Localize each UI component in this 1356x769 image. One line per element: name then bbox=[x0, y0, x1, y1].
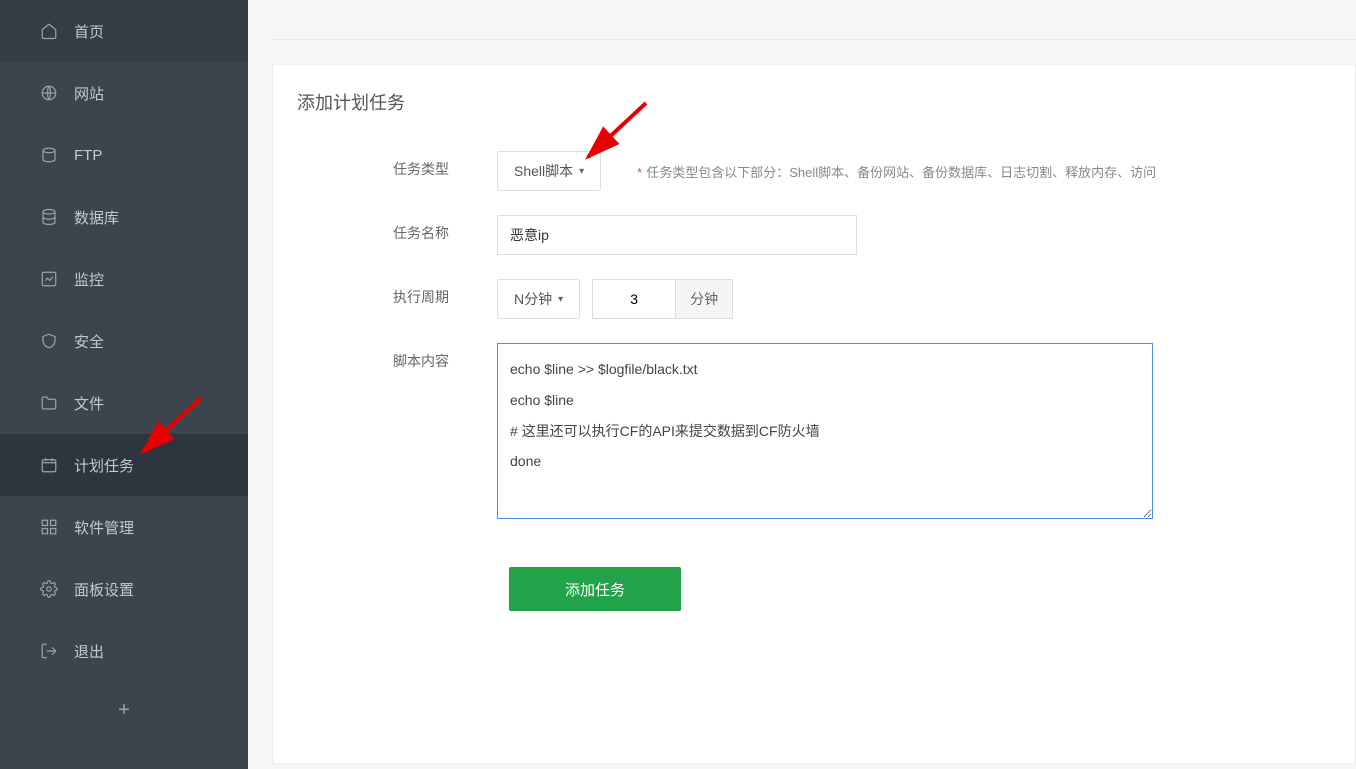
shield-icon bbox=[40, 332, 58, 350]
script-textarea[interactable] bbox=[497, 343, 1153, 519]
sidebar-item-ftp[interactable]: FTP bbox=[0, 124, 248, 186]
globe-icon bbox=[40, 84, 58, 102]
sidebar-item-label: 网站 bbox=[74, 83, 104, 104]
cycle-type-select[interactable]: N分钟 ▾ bbox=[497, 279, 580, 319]
sidebar-item-label: 数据库 bbox=[74, 207, 119, 228]
sidebar-item-security[interactable]: 安全 bbox=[0, 310, 248, 372]
row-submit: 添加任务 bbox=[297, 567, 1355, 611]
sidebar-item-label: 安全 bbox=[74, 331, 104, 352]
sidebar-item-db[interactable]: 数据库 bbox=[0, 186, 248, 248]
sidebar-item-files[interactable]: 文件 bbox=[0, 372, 248, 434]
task-type-select[interactable]: Shell脚本 ▾ bbox=[497, 151, 601, 191]
row-task-type: 任务类型 Shell脚本 ▾ *任务类型包含以下部分：Shell脚本、备份网站、… bbox=[297, 139, 1355, 203]
main-content: 添加计划任务 任务类型 Shell脚本 ▾ *任务类型包含以下部分：Shell脚… bbox=[248, 0, 1356, 769]
add-cron-panel: 添加计划任务 任务类型 Shell脚本 ▾ *任务类型包含以下部分：Shell脚… bbox=[272, 64, 1356, 764]
caret-down-icon: ▾ bbox=[558, 294, 563, 305]
sidebar-item-label: 首页 bbox=[74, 21, 104, 42]
row-script: 脚本内容 bbox=[297, 331, 1355, 531]
grid-icon bbox=[40, 518, 58, 536]
logout-icon bbox=[40, 642, 58, 660]
task-type-value: Shell脚本 bbox=[514, 161, 573, 181]
sidebar: 首页 网站 FTP 数据库 监控 安全 文件 计划任务 bbox=[0, 0, 248, 769]
label-task-type: 任务类型 bbox=[297, 151, 497, 179]
sidebar-item-label: 文件 bbox=[74, 393, 104, 414]
sidebar-item-home[interactable]: 首页 bbox=[0, 0, 248, 62]
row-task-name: 任务名称 bbox=[297, 203, 1355, 267]
home-icon bbox=[40, 22, 58, 40]
cycle-number-input[interactable] bbox=[592, 279, 676, 319]
task-name-input[interactable] bbox=[497, 215, 857, 255]
sidebar-item-label: 面板设置 bbox=[74, 579, 134, 600]
sidebar-item-settings[interactable]: 面板设置 bbox=[0, 558, 248, 620]
sidebar-item-logout[interactable]: 退出 bbox=[0, 620, 248, 682]
sidebar-item-label: 退出 bbox=[74, 641, 104, 662]
caret-down-icon: ▾ bbox=[579, 166, 584, 177]
sidebar-item-cron[interactable]: 计划任务 bbox=[0, 434, 248, 496]
sidebar-item-label: 计划任务 bbox=[74, 455, 134, 476]
cycle-unit: 分钟 bbox=[676, 279, 733, 319]
server-icon bbox=[40, 146, 58, 164]
panel-title: 添加计划任务 bbox=[297, 89, 1355, 139]
folder-icon bbox=[40, 394, 58, 412]
top-strip bbox=[272, 0, 1356, 40]
add-task-button[interactable]: 添加任务 bbox=[509, 567, 681, 611]
chart-icon bbox=[40, 270, 58, 288]
plus-icon: + bbox=[118, 699, 130, 722]
row-cycle: 执行周期 N分钟 ▾ 分钟 bbox=[297, 267, 1355, 331]
label-script: 脚本内容 bbox=[297, 343, 497, 371]
task-type-hint: *任务类型包含以下部分：Shell脚本、备份网站、备份数据库、日志切割、释放内存… bbox=[637, 162, 1156, 181]
cycle-type-value: N分钟 bbox=[514, 289, 552, 309]
sidebar-item-label: 监控 bbox=[74, 269, 104, 290]
database-icon bbox=[40, 208, 58, 226]
sidebar-item-monitor[interactable]: 监控 bbox=[0, 248, 248, 310]
sidebar-add-button[interactable]: + bbox=[0, 682, 248, 738]
calendar-icon bbox=[40, 456, 58, 474]
sidebar-item-site[interactable]: 网站 bbox=[0, 62, 248, 124]
sidebar-item-software[interactable]: 软件管理 bbox=[0, 496, 248, 558]
label-task-name: 任务名称 bbox=[297, 215, 497, 243]
label-cycle: 执行周期 bbox=[297, 279, 497, 307]
sidebar-item-label: 软件管理 bbox=[74, 517, 134, 538]
gear-icon bbox=[40, 580, 58, 598]
sidebar-item-label: FTP bbox=[74, 147, 102, 164]
